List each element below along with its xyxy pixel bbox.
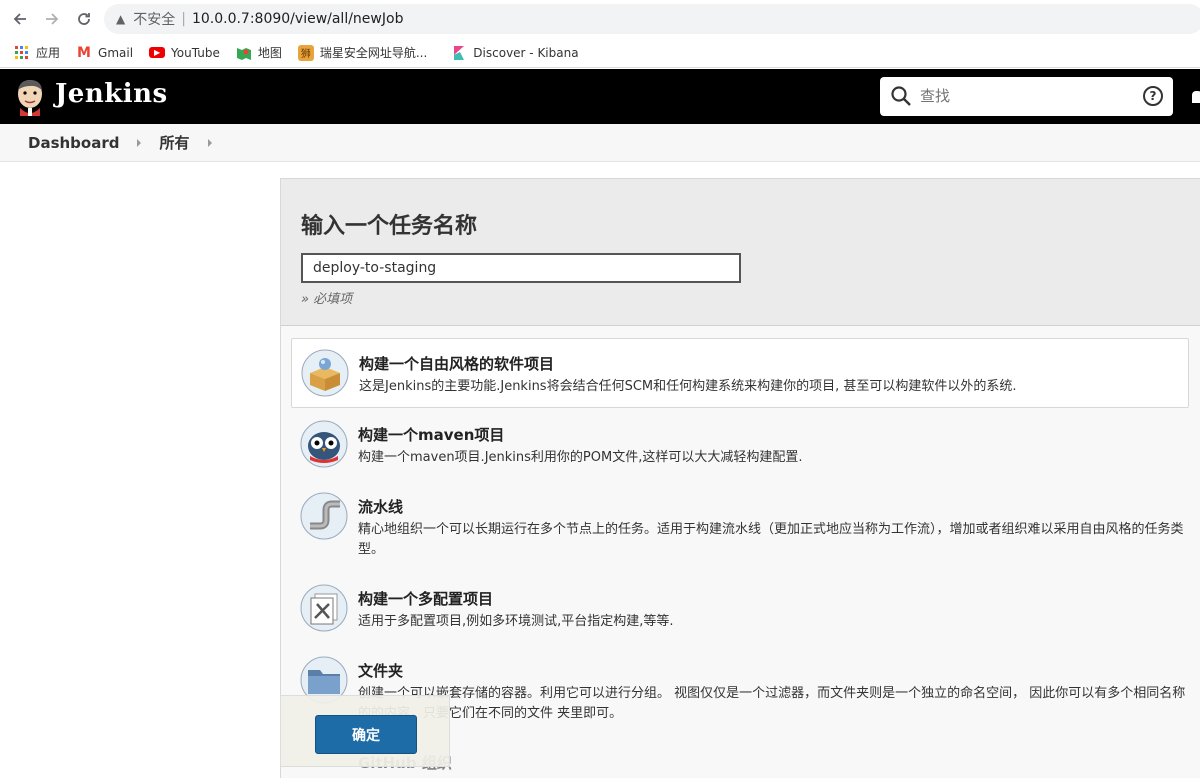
bookmark-label: 应用 [36, 46, 61, 60]
job-type-desc: 精心地组织一个可以长期运行在多个节点上的任务。适用于构建流水线（更加正式地应当称… [358, 522, 1184, 557]
job-type-multiconfig[interactable]: 构建一个多配置项目 适用于多配置项目,例如多环境测试,平台指定构建,等等. [291, 578, 1189, 644]
search-icon [890, 85, 912, 111]
job-type-desc: 这是Jenkins的主要功能.Jenkins将会结合任何SCM和任何构建系统来构… [359, 379, 1017, 394]
bookmark-label: Gmail [98, 45, 134, 60]
breadcrumb-chevron-icon[interactable] [137, 138, 142, 147]
back-arrow-icon[interactable] [4, 3, 36, 35]
url-separator: | [181, 11, 186, 27]
jenkins-brand[interactable]: Jenkins [55, 79, 168, 109]
jenkins-logo-icon[interactable] [14, 78, 46, 116]
bookmark-apps[interactable]: 应用 [14, 44, 60, 61]
bookmark-label: 地图 [257, 46, 282, 60]
bookmark-gmail[interactable]: M Gmail [76, 45, 133, 61]
bookmarks-bar: 应用 M Gmail ▶ YouTube 地图 狮 瑞星安全网址导航... Di… [0, 38, 1200, 68]
browser-toolbar: ▲ 不安全 | 10.0.0.7:8090/view/all/newJob [0, 0, 1200, 38]
job-type-pipeline[interactable]: 流水线 精心地组织一个可以长期运行在多个节点上的任务。适用于构建流水线（更加正式… [291, 486, 1189, 570]
job-type-maven[interactable]: 构建一个maven项目 构建一个maven项目.Jenkins利用你的POM文件… [291, 414, 1189, 480]
job-type-desc: 创建一个可以嵌套存储的容器。利用它可以进行分组。 视图仅仅是一个过滤器，而文件夹… [358, 686, 1186, 721]
job-type-title: 文件夹 [358, 662, 404, 680]
insecure-label: 不安全 [133, 12, 176, 28]
kibana-icon [451, 45, 467, 61]
apps-grid-icon [14, 45, 30, 61]
job-name-input[interactable] [301, 253, 741, 283]
address-bar[interactable]: ▲ 不安全 | 10.0.0.7:8090/view/all/newJob [104, 4, 1200, 34]
maven-owl-icon [300, 420, 348, 468]
bookmark-maps[interactable]: 地图 [236, 44, 282, 61]
bookmark-kibana[interactable]: Discover - Kibana [451, 45, 579, 61]
multiconfig-tools-icon [300, 584, 348, 632]
bookmark-rising[interactable]: 狮 瑞星安全网址导航... [297, 44, 428, 61]
search-input[interactable] [920, 83, 1130, 109]
jenkins-header: Jenkins ? [0, 69, 1200, 124]
search-box: ? [880, 77, 1173, 116]
job-type-freestyle[interactable]: 构建一个自由风格的软件项目 这是Jenkins的主要功能.Jenkins将会结合… [291, 338, 1189, 408]
job-name-heading: 输入一个任务名称 [301, 214, 478, 239]
job-type-title: 流水线 [358, 498, 404, 516]
ok-button[interactable]: 确定 [315, 715, 417, 754]
warning-icon[interactable]: ▲ [116, 12, 125, 26]
youtube-icon: ▶ [149, 47, 166, 58]
notification-bell-icon[interactable] [1192, 91, 1200, 103]
rising-icon: 狮 [297, 44, 314, 61]
breadcrumb: Dashboard 所有 [0, 124, 1200, 162]
breadcrumb-all[interactable]: 所有 [159, 132, 189, 153]
bookmark-label: 瑞星安全网址导航... [319, 46, 428, 60]
bottom-sticker: 确定 [280, 695, 450, 767]
url-text[interactable]: 10.0.0.7:8090/view/all/newJob [192, 11, 404, 27]
bookmark-label: Discover - Kibana [473, 45, 579, 60]
job-type-desc: 构建一个maven项目.Jenkins利用你的POM文件,这样可以大大减轻构建配… [358, 450, 803, 465]
gmail-icon: M [77, 44, 91, 61]
freestyle-box-icon [301, 349, 349, 397]
job-type-title: 构建一个自由风格的软件项目 [359, 355, 555, 373]
bookmark-youtube[interactable]: ▶ YouTube [149, 46, 220, 60]
reload-icon[interactable] [68, 3, 100, 35]
forward-arrow-icon[interactable] [36, 3, 68, 35]
breadcrumb-dashboard[interactable]: Dashboard [28, 134, 119, 152]
job-name-section: 输入一个任务名称 » 必填项 [281, 179, 1200, 326]
breadcrumb-chevron-icon[interactable] [207, 138, 212, 147]
help-icon[interactable]: ? [1143, 86, 1163, 106]
job-type-title: 构建一个maven项目 [358, 426, 505, 444]
new-job-panel: 输入一个任务名称 » 必填项 构建一个自由风格的软件项目 这是Jenkins的主… [280, 178, 1200, 778]
required-note: » 必填项 [301, 292, 353, 307]
bookmark-label: YouTube [171, 45, 220, 60]
maps-icon [236, 45, 252, 61]
job-type-title: 构建一个多配置项目 [358, 590, 494, 608]
pipeline-pipe-icon [300, 492, 348, 540]
job-type-desc: 适用于多配置项目,例如多环境测试,平台指定构建,等等. [358, 614, 674, 629]
